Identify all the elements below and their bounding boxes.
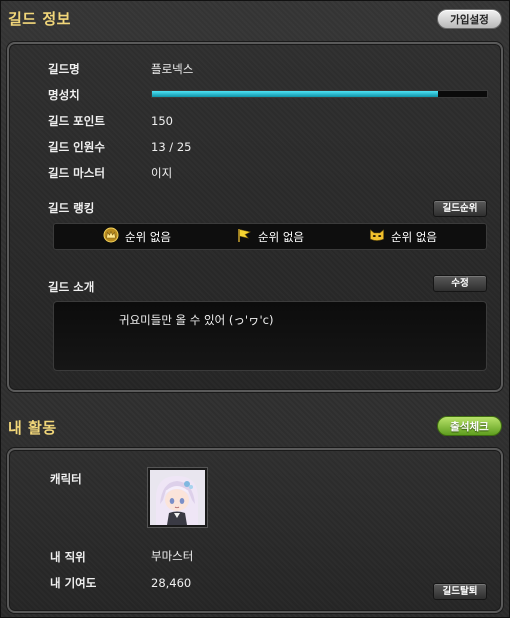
contribution-label: 내 기여도	[50, 576, 97, 590]
edit-intro-button[interactable]: 수정	[433, 275, 487, 292]
character-label: 캐릭터	[50, 472, 82, 486]
rank-cat-text: 순위 없음	[391, 230, 437, 244]
cat-mask-icon	[369, 227, 385, 247]
guild-master-value: 이지	[151, 166, 173, 180]
contribution-value: 28,460	[151, 576, 192, 590]
guild-master-label: 길드 마스터	[48, 166, 105, 180]
character-avatar	[148, 468, 207, 527]
rank-crown-text: 순위 없음	[125, 230, 171, 244]
guild-points-label: 길드 포인트	[48, 114, 105, 128]
rank-item-cat: 순위 없음	[369, 229, 437, 245]
guild-points-value: 150	[151, 114, 173, 128]
position-value: 부마스터	[151, 549, 194, 563]
guild-members-value: 13 / 25	[151, 140, 192, 154]
rank-flag-text: 순위 없음	[258, 230, 304, 244]
guild-window: 길드 정보 가입설정 길드명 플로넥스 명성치 길드 포인트 150 길드 인원…	[0, 0, 510, 618]
rank-item-flag: 순위 없음	[236, 229, 304, 245]
guild-intro-box: 귀요미들만 올 수 있어 (っ'ヮ'c)	[53, 301, 487, 371]
leave-guild-button[interactable]: 길드탈퇴	[433, 583, 487, 600]
ranking-box: 순위 없음 순위 없음 순위 없음	[53, 223, 487, 250]
attendance-check-button[interactable]: 출석체크	[437, 416, 502, 436]
guild-members-label: 길드 인원수	[48, 140, 105, 154]
fame-label: 명성치	[48, 88, 80, 102]
guild-ranking-label: 길드 랭킹	[48, 201, 95, 215]
guild-info-title: 길드 정보	[8, 10, 71, 28]
rank-item-crown: 순위 없음	[103, 227, 171, 247]
guild-name-label: 길드명	[48, 62, 80, 76]
join-settings-button[interactable]: 가입설정	[437, 9, 502, 29]
crown-icon	[103, 227, 119, 247]
flag-icon	[236, 227, 252, 247]
guild-intro-text: 귀요미들만 올 수 있어 (っ'ヮ'c)	[119, 313, 274, 327]
my-activity-title: 내 활동	[8, 419, 57, 437]
guild-name-value: 플로넥스	[151, 62, 194, 76]
guild-ranking-button[interactable]: 길드순위	[433, 200, 487, 217]
guild-intro-label: 길드 소개	[48, 280, 95, 294]
fame-bar-fill	[152, 91, 439, 97]
position-label: 내 직위	[50, 550, 86, 564]
fame-bar	[151, 90, 488, 98]
